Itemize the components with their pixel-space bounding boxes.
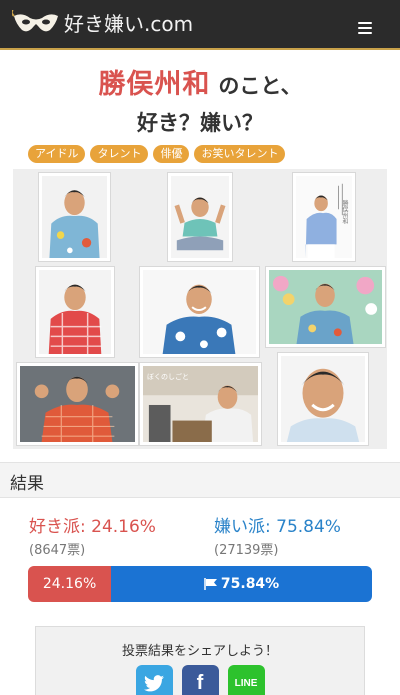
logo-text: 好き嫌い.com (64, 12, 194, 36)
photo-office-interview[interactable]: ぼくのしごと (139, 362, 262, 446)
photo-flower-shirt[interactable] (265, 266, 386, 348)
page-subtitle: 好き？嫌い？ (137, 111, 263, 135)
photo-fist-pose[interactable] (16, 362, 139, 446)
page-title: 勝俣州和 のこと、 (0, 62, 400, 101)
category-tags: アイドル タレント 俳優 お笑いタレント (28, 145, 286, 163)
interview-caption: ぼくのしごと (147, 373, 189, 381)
like-bar-label: 24.16% (42, 576, 97, 592)
twitter-share-button[interactable] (135, 665, 173, 695)
line-share-button[interactable]: LINE (227, 665, 265, 695)
twitter-bird-icon (144, 675, 164, 692)
line-icon: LINE (234, 678, 258, 689)
title-suffix: のこと、 (218, 74, 302, 98)
share-box: 投票結果をシェアしよう！ f LINE (35, 626, 365, 695)
flag-icon (204, 578, 217, 590)
tag-actor[interactable]: 俳優 (153, 145, 190, 163)
dislike-vote-count: (27139票) (214, 543, 279, 558)
share-title: 投票結果をシェアしよう！ (121, 644, 278, 659)
like-vote-count: (8647票) (29, 543, 86, 558)
top-bar: 好き嫌い.com (0, 0, 400, 50)
photo-blue-aloha-shirt[interactable] (139, 266, 260, 358)
hamburger-menu-icon[interactable] (358, 22, 372, 34)
photo-gallery: 勝俣州和 ぼくのしごと (13, 169, 387, 449)
facebook-icon: f (196, 672, 204, 694)
person-name: 勝俣州和 (98, 69, 211, 100)
share-buttons: f LINE (36, 665, 364, 695)
dislike-bar-label: 75.84% (220, 576, 280, 592)
dislike-bar-segment: 75.84% (111, 566, 372, 602)
photo-hawaiian-shirt[interactable] (38, 172, 111, 262)
photo-red-plaid-shirt[interactable] (35, 266, 115, 358)
book-cover-text: 勝俣州和 (341, 200, 348, 224)
result-section-header: 結果 (0, 462, 400, 498)
photo-sitting-cross-legged[interactable] (167, 172, 233, 262)
site-logo[interactable]: 好き嫌い.com (12, 10, 193, 38)
result-bar: 24.16% 75.84% (28, 566, 372, 602)
result-title: 結果 (10, 474, 44, 494)
tag-comedian[interactable]: お笑いタレント (194, 145, 286, 163)
tag-talent[interactable]: タレント (90, 145, 149, 163)
mask-icon (12, 10, 58, 32)
tag-idol[interactable]: アイドル (28, 145, 86, 163)
photo-closeup-smile[interactable] (277, 352, 369, 446)
facebook-share-button[interactable]: f (181, 665, 219, 695)
dislike-percentage: 嫌い派: 75.84% (214, 517, 341, 537)
like-bar-segment: 24.16% (28, 566, 112, 602)
photo-book-cover[interactable]: 勝俣州和 (292, 172, 356, 262)
like-percentage: 好き派: 24.16% (29, 517, 156, 537)
